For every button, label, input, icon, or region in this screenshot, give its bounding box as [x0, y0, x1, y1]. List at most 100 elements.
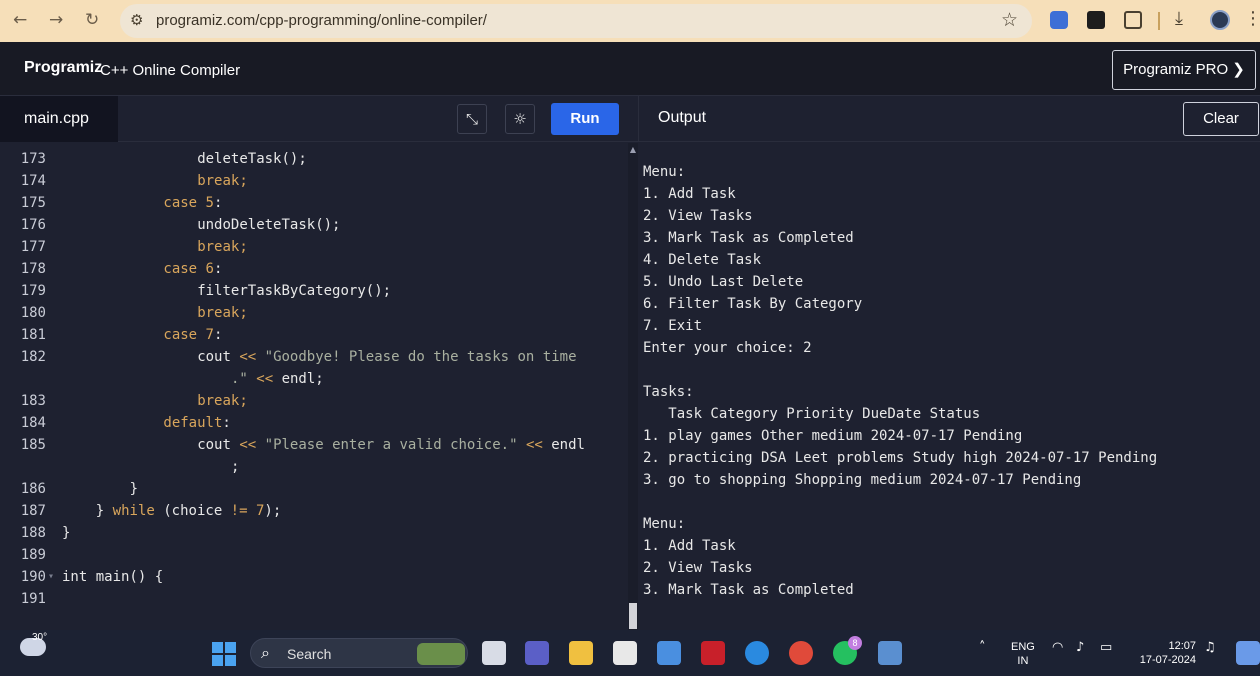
code-text: break;: [197, 390, 248, 412]
code-token: :: [213, 261, 223, 277]
programiz-pro-button[interactable]: Programiz PRO ❯: [1112, 50, 1256, 90]
system-clock[interactable]: 12:07 17-07-2024: [1130, 639, 1196, 667]
line-number: 174: [20, 173, 46, 189]
app-icon[interactable]: [657, 641, 681, 665]
code-token: <<: [239, 349, 265, 365]
browser-toolbar: ← → ↻ ⚙ programiz.com/cpp-programming/on…: [0, 0, 1260, 42]
windows-start-icon[interactable]: [212, 642, 236, 666]
output-line: Tasks:: [643, 384, 694, 400]
puzzle-icon[interactable]: [1124, 11, 1142, 29]
lang-region: IN: [1017, 655, 1029, 667]
code-token: int main() {: [62, 569, 164, 585]
line-number: 184: [20, 415, 46, 431]
chrome-icon[interactable]: [789, 641, 813, 665]
scroll-up-arrow-icon[interactable]: ▲: [628, 145, 638, 154]
line-number: 186: [20, 481, 46, 497]
output-line: Menu:: [643, 516, 686, 532]
code-text: cout << "Please enter a valid choice." <…: [197, 434, 585, 456]
store-icon[interactable]: [613, 641, 637, 665]
mcafee-icon[interactable]: [701, 641, 725, 665]
code-token: break;: [197, 239, 248, 255]
extension-icon[interactable]: [1087, 11, 1105, 29]
line-number: 189: [20, 547, 46, 563]
programiz-logo[interactable]: Programiz: [24, 59, 102, 77]
teams-icon[interactable]: [525, 641, 549, 665]
notepad-icon[interactable]: [878, 641, 902, 665]
clear-button[interactable]: Clear: [1183, 102, 1259, 136]
scrollbar-thumb[interactable]: [629, 603, 637, 629]
forward-arrow-icon[interactable]: →: [49, 10, 63, 30]
theme-toggle-sun-icon[interactable]: ☼: [505, 104, 535, 134]
code-token: cout: [197, 437, 240, 453]
code-token: default: [163, 415, 223, 431]
battery-icon[interactable]: ▭: [1100, 640, 1112, 655]
file-explorer-icon[interactable]: [569, 641, 593, 665]
code-text: filterTaskByCategory();: [197, 280, 391, 302]
code-token: <<: [517, 437, 552, 453]
code-editor[interactable]: ▲ 173 deleteTask(); 174 break; 175 case 5: 176…: [0, 143, 638, 630]
code-token: 6: [205, 261, 214, 277]
output-line: 6. Filter Task By Category: [643, 296, 863, 312]
fold-arrow-icon[interactable]: ▾: [48, 566, 54, 588]
output-line: 1. Add Task: [643, 538, 736, 554]
collapse-icon[interactable]: ⤡: [457, 104, 487, 134]
output-line: 3. Mark Task as Completed: [643, 230, 854, 246]
code-text: }: [130, 478, 138, 500]
site-settings-icon[interactable]: ⚙: [130, 11, 143, 29]
code-token: (choice: [154, 503, 231, 519]
taskbar-search[interactable]: ⌕ Search: [250, 638, 468, 668]
profile-icon[interactable]: [1210, 10, 1230, 30]
code-text: case 7:: [163, 324, 222, 346]
clock-time: 12:07: [1168, 640, 1196, 652]
output-line: 2. View Tasks: [643, 560, 753, 576]
volume-icon[interactable]: ♪: [1076, 640, 1084, 655]
code-token: <<: [247, 371, 282, 387]
wifi-icon[interactable]: ◠: [1052, 640, 1063, 655]
run-button[interactable]: Run: [551, 103, 619, 135]
reload-icon[interactable]: ↻: [85, 10, 99, 30]
code-token: endl: [551, 437, 585, 453]
address-bar[interactable]: ⚙ programiz.com/cpp-programming/online-c…: [120, 4, 1032, 38]
output-line: Menu:: [643, 164, 686, 180]
code-token: }: [95, 503, 113, 519]
code-token: filterTaskByCategory();: [197, 283, 392, 299]
editor-scrollbar[interactable]: ▲: [628, 143, 638, 630]
toolbar-divider: [1158, 12, 1160, 30]
output-line: 7. Exit: [643, 318, 703, 334]
output-title: Output: [658, 109, 707, 126]
chevron-up-icon[interactable]: ˄: [979, 640, 986, 655]
code-token: "Please enter a valid choice.": [264, 437, 518, 453]
help-icon[interactable]: [745, 641, 769, 665]
line-number: 190: [20, 569, 46, 585]
line-number: 183: [20, 393, 46, 409]
task-view-icon[interactable]: [482, 641, 506, 665]
code-text: } while (choice != 7);: [96, 500, 281, 522]
whatsapp-badge: 8: [848, 636, 862, 650]
copilot-icon[interactable]: [1236, 641, 1260, 665]
bookmark-star-icon[interactable]: ☆: [1001, 9, 1018, 31]
file-tab-main-cpp[interactable]: main.cpp: [0, 96, 118, 142]
code-token: break;: [197, 393, 248, 409]
code-token: !=: [230, 503, 248, 519]
code-text: ." << endl;: [231, 368, 324, 390]
code-text: ;: [231, 456, 239, 478]
output-line: 5. Undo Last Delete: [643, 274, 804, 290]
line-number: 185: [20, 437, 46, 453]
more-icon[interactable]: ⋮: [1244, 8, 1260, 29]
extension-icon[interactable]: [1050, 11, 1068, 29]
back-arrow-icon[interactable]: ←: [13, 10, 27, 30]
notification-bell-icon[interactable]: ♫: [1204, 640, 1216, 655]
code-text: cout << "Goodbye! Please do the tasks on…: [197, 346, 576, 368]
code-text: int main() {: [62, 566, 163, 588]
output-line: 1. play games Other medium 2024-07-17 Pe…: [643, 428, 1023, 444]
language-indicator[interactable]: ENG IN: [1011, 640, 1035, 668]
line-number: 188: [20, 525, 46, 541]
search-icon: ⌕: [261, 643, 270, 662]
output-line: 3. Mark Task as Completed: [643, 582, 854, 598]
output-line: Enter your choice: 2: [643, 340, 812, 356]
code-token: );: [264, 503, 282, 519]
code-token: 5: [205, 195, 214, 211]
output-console: Menu: 1. Add Task 2. View Tasks 3. Mark Tas…: [639, 143, 1260, 630]
download-icon[interactable]: ⤓: [1175, 8, 1183, 29]
